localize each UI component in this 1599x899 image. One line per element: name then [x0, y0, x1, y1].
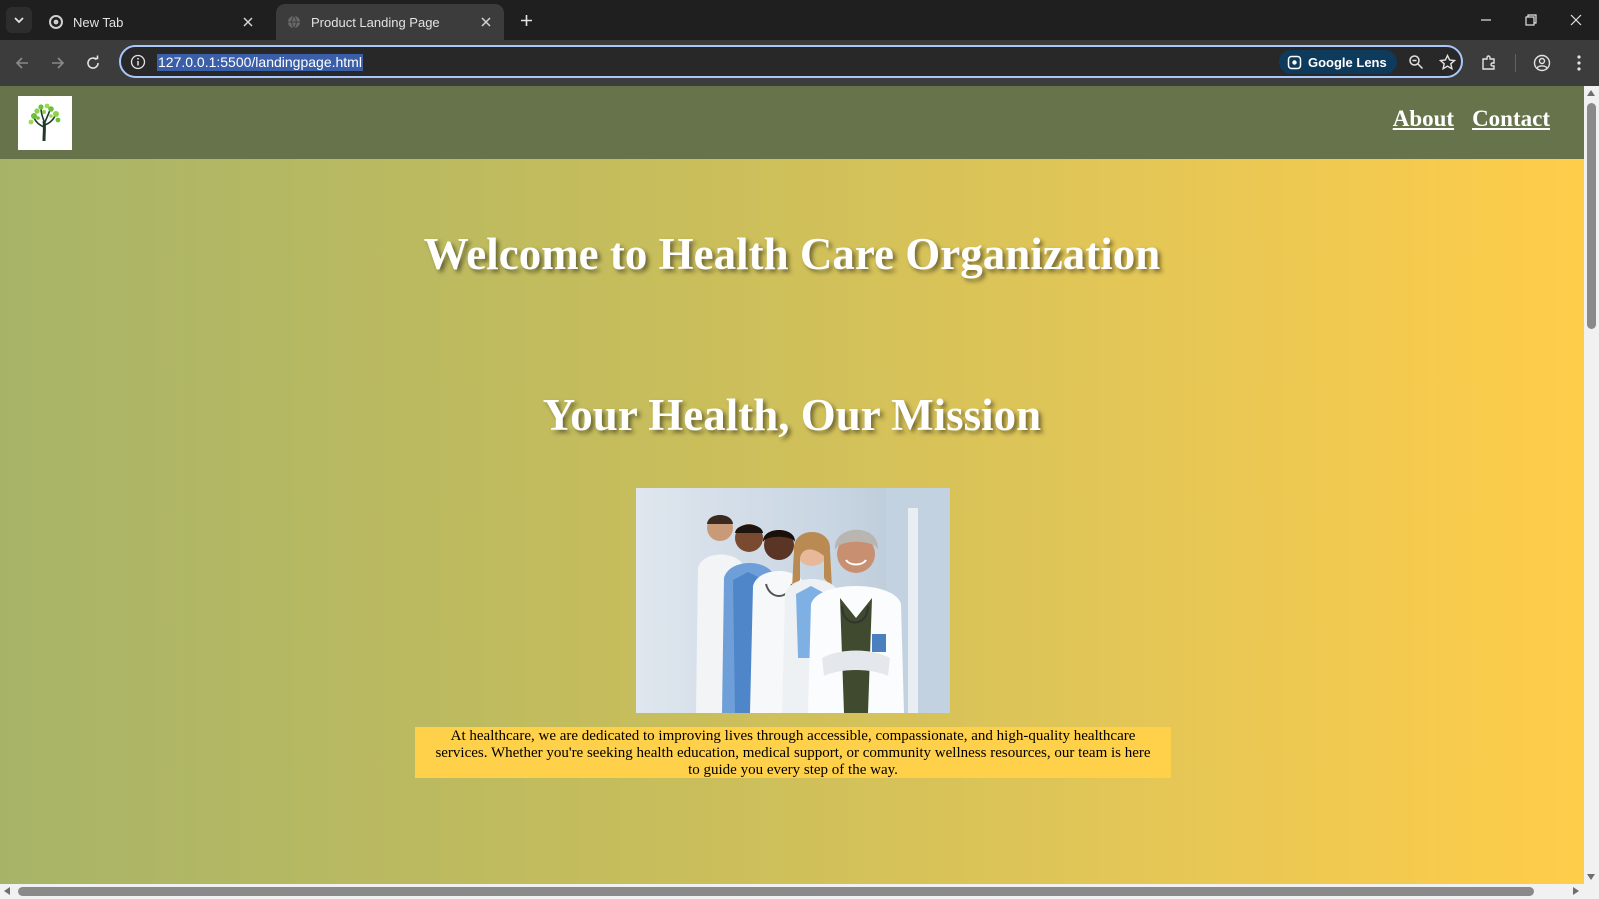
tab-title: Product Landing Page: [311, 14, 440, 30]
tab-new-tab[interactable]: New Tab: [38, 4, 266, 40]
site-logo[interactable]: [18, 96, 72, 150]
chrome-icon: [48, 14, 64, 30]
reload-button[interactable]: [81, 51, 105, 75]
vertical-scroll-thumb[interactable]: [1587, 103, 1596, 329]
close-tab-icon[interactable]: [476, 12, 496, 32]
toolbar-divider: [1515, 54, 1516, 72]
tab-strip: New Tab Product Landing Page: [0, 0, 1599, 40]
url-text[interactable]: 127.0.0.1:5500/landingpage.html: [157, 54, 363, 71]
back-button[interactable]: [10, 51, 34, 75]
restore-icon: [1525, 14, 1537, 26]
close-tab-icon[interactable]: [238, 12, 258, 32]
menu-button[interactable]: [1567, 51, 1591, 75]
close-icon: [1570, 14, 1582, 26]
forward-button[interactable]: [46, 51, 70, 75]
extensions-button[interactable]: [1477, 51, 1501, 75]
tab-search-button[interactable]: [6, 7, 32, 33]
browser-toolbar: 127.0.0.1:5500/landingpage.html Google L…: [0, 40, 1599, 86]
lens-icon: [1287, 55, 1302, 69]
google-lens-button[interactable]: Google Lens: [1279, 50, 1397, 74]
arrow-left-icon: [15, 57, 28, 69]
more-vertical-icon: [1577, 55, 1581, 71]
intro-text: At healthcare, we are dedicated to impro…: [415, 727, 1171, 778]
hero-title: Welcome to Health Care Organization: [423, 229, 1161, 279]
scroll-down-icon[interactable]: [1587, 874, 1595, 880]
scroll-up-icon[interactable]: [1587, 90, 1595, 96]
scroll-right-icon[interactable]: [1573, 887, 1579, 895]
page-viewport: About Contact Welcome to Health Care Org…: [0, 86, 1584, 884]
account-icon: [1533, 54, 1551, 72]
site-nav: About Contact: [1393, 106, 1550, 132]
nav-link-about[interactable]: About: [1393, 106, 1454, 132]
horizontal-scroll-thumb[interactable]: [18, 887, 1534, 896]
google-lens-label: Google Lens: [1308, 54, 1387, 70]
address-bar[interactable]: 127.0.0.1:5500/landingpage.html Google L…: [119, 45, 1463, 78]
site-info-icon[interactable]: [129, 53, 147, 71]
new-tab-button[interactable]: [514, 8, 538, 32]
zoom-icon[interactable]: [1406, 52, 1426, 72]
nav-link-contact[interactable]: Contact: [1472, 106, 1550, 132]
profile-button[interactable]: [1530, 51, 1554, 75]
minimize-icon: [1481, 19, 1491, 21]
horizontal-scrollbar[interactable]: [0, 884, 1599, 899]
reload-icon: [87, 55, 99, 69]
team-photo: [636, 488, 950, 713]
plus-icon: [520, 14, 532, 26]
mission-title: Your Health, Our Mission: [542, 390, 1042, 440]
restore-button[interactable]: [1517, 8, 1545, 32]
scroll-left-icon[interactable]: [4, 887, 10, 895]
site-header: About Contact: [0, 86, 1584, 159]
close-window-button[interactable]: [1562, 8, 1590, 32]
chevron-down-icon: [14, 17, 24, 24]
tab-product-landing-page[interactable]: Product Landing Page: [276, 4, 504, 40]
minimize-button[interactable]: [1472, 8, 1500, 32]
tab-title: New Tab: [73, 14, 124, 30]
arrow-right-icon: [52, 57, 65, 69]
vertical-scrollbar[interactable]: [1584, 86, 1599, 884]
bookmark-star-icon[interactable]: [1437, 52, 1457, 72]
globe-icon: [286, 14, 302, 30]
puzzle-icon: [1482, 55, 1495, 70]
tree-logo-icon: [28, 103, 61, 142]
